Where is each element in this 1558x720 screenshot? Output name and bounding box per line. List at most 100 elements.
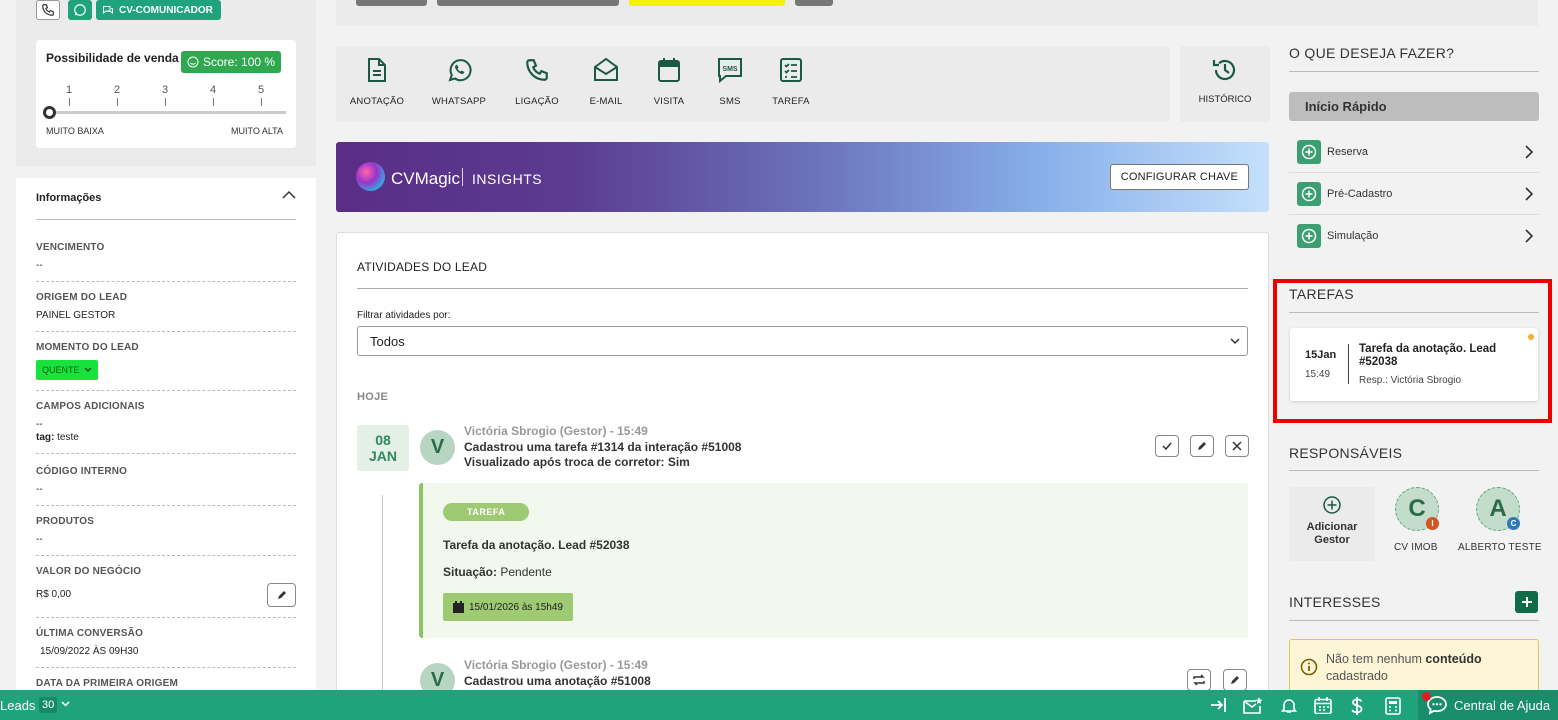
plus-circle-icon — [1301, 144, 1317, 159]
responsavel-badge: I — [1426, 517, 1439, 530]
plus-icon — [1521, 597, 1532, 607]
whatsapp-button[interactable] — [68, 0, 92, 20]
whatsapp-icon — [74, 4, 86, 16]
origem-label: ORIGEM DO LEAD — [36, 292, 128, 303]
sms-icon: SMS — [718, 58, 742, 83]
activity-text: Cadastrou uma anotação #51008 — [464, 674, 651, 688]
responsavel-name: ALBERTO TESTE — [1458, 542, 1542, 553]
repeat-button[interactable] — [1187, 669, 1211, 691]
action-toolbar: ANOTAÇÃO WHATSAPP LIGAÇÃO E-MAIL VISITA … — [336, 46, 1170, 122]
dollar-icon[interactable] — [1350, 697, 1364, 715]
action-label: TAREFA — [772, 96, 810, 107]
calculator-icon[interactable] — [1385, 697, 1401, 715]
lead-tags-strip — [336, 0, 1538, 26]
plus-circle-icon — [1323, 496, 1341, 514]
task-status-value: Pendente — [500, 565, 552, 579]
add-gestor-label: Adicionar Gestor — [1306, 521, 1358, 546]
avatar-initial: A — [1489, 495, 1507, 522]
envelope-open-icon — [594, 57, 618, 81]
filter-label: Filtrar atividades por: — [357, 310, 451, 321]
action-anotacao[interactable]: ANOTAÇÃO — [342, 54, 412, 107]
score-slider-handle[interactable] — [43, 106, 56, 119]
scale-min-label: MUITO BAIXA — [46, 126, 104, 136]
action-label: HISTÓRICO — [1198, 94, 1252, 105]
login-arrow-icon[interactable] — [1210, 697, 1228, 713]
edit-button[interactable] — [1190, 435, 1214, 457]
action-label: WHATSAPP — [431, 96, 487, 107]
cvmagic-brand: CVMagic — [391, 169, 460, 188]
checklist-icon — [780, 58, 802, 82]
quick-item-label: Pré-Cadastro — [1327, 187, 1393, 200]
chevron-down-icon — [1230, 338, 1240, 345]
score-card: Possibilidade de venda Score: 100 % 1 2 … — [36, 40, 296, 148]
configurar-chave-button[interactable]: CONFIGURAR CHAVE — [1109, 164, 1249, 190]
quick-item-simulacao[interactable]: Simulação — [1289, 215, 1539, 257]
pencil-icon — [1231, 676, 1239, 684]
action-visita[interactable]: VISITA — [634, 54, 704, 107]
add-gestor-button[interactable]: Adicionar Gestor — [1289, 487, 1375, 561]
action-whatsapp[interactable]: WHATSAPP — [424, 54, 494, 107]
complete-button[interactable] — [1155, 435, 1179, 457]
responsavel-badge: C — [1507, 517, 1520, 530]
activity-date: 08 JAN — [357, 425, 409, 471]
quick-start-header[interactable]: Início Rápido — [1289, 92, 1539, 121]
scale-number: 5 — [258, 84, 265, 96]
action-email[interactable]: E-MAIL — [571, 54, 641, 107]
empty-text-post: cadastrado — [1326, 669, 1388, 683]
what-to-do-title: O QUE DESEJA FAZER? — [1289, 45, 1455, 61]
tarefa-resp: Resp.: Victória Sbrogio — [1359, 375, 1462, 386]
tarefa-card[interactable]: 15Jan 15:49 Tarefa da anotação. Lead #52… — [1290, 328, 1538, 401]
edit-valor-button[interactable] — [267, 583, 296, 607]
leads-count: 30 — [39, 697, 58, 713]
date-day: 08 — [375, 432, 391, 448]
delete-button[interactable] — [1225, 435, 1249, 457]
check-icon — [1162, 442, 1172, 451]
produtos-value: -- — [36, 534, 43, 545]
codigo-value: -- — [36, 484, 43, 495]
action-historico[interactable]: HISTÓRICO — [1180, 46, 1270, 122]
momento-label: MOMENTO DO LEAD — [36, 342, 139, 353]
activity-filter-select[interactable]: Todos — [357, 326, 1248, 356]
scale-number: 1 — [66, 84, 73, 96]
cv-comunicador-button[interactable]: CV-COMUNICADOR — [96, 0, 221, 20]
quick-item-reserva[interactable]: Reserva — [1289, 131, 1539, 173]
task-status-label: Situação: — [443, 565, 498, 579]
task-badge: TAREFA — [443, 503, 530, 521]
momento-dropdown[interactable]: QUENTE — [36, 360, 98, 380]
responsavel-name: CV IMOB — [1394, 542, 1438, 553]
chat-icon — [103, 6, 113, 15]
tag-value: teste — [57, 432, 79, 443]
note-icon — [368, 58, 386, 82]
activities-panel: ATIVIDADES DO LEAD Filtrar atividades po… — [336, 232, 1269, 702]
action-tarefa[interactable]: TAREFA — [756, 54, 826, 107]
cvmagic-logo — [356, 162, 385, 191]
chevron-down-icon — [83, 367, 92, 373]
action-label: VISITA — [653, 96, 685, 107]
action-sms[interactable]: SMS SMS — [695, 54, 765, 107]
action-ligacao[interactable]: LIGAÇÃO — [502, 54, 572, 107]
chevron-down-icon[interactable] — [61, 701, 70, 708]
bell-icon[interactable] — [1281, 697, 1297, 714]
interesses-title: INTERESSES — [1289, 594, 1381, 610]
repeat-icon — [1193, 674, 1205, 686]
quick-item-label: Reserva — [1327, 145, 1368, 158]
filter-value: Todos — [370, 333, 405, 349]
add-interesse-button[interactable] — [1515, 591, 1538, 613]
history-icon — [1212, 59, 1236, 81]
help-center-button[interactable]: Central de Ajuda — [1418, 690, 1558, 720]
quick-item-pre-cadastro[interactable]: Pré-Cadastro — [1289, 173, 1539, 215]
leads-label[interactable]: Leads — [0, 698, 35, 713]
edit-button[interactable] — [1223, 669, 1247, 691]
vencimento-label: VENCIMENTO — [36, 242, 105, 253]
ultima-label: ÚLTIMA CONVERSÃO — [36, 628, 144, 639]
tarefa-title: Tarefa da anotação. Lead #52038 — [1359, 343, 1497, 368]
collapse-button[interactable] — [282, 190, 296, 200]
action-label: E-MAIL — [589, 96, 623, 107]
calendar-icon[interactable] — [1314, 697, 1332, 714]
mail-star-icon[interactable] — [1243, 697, 1263, 714]
origem-value: PAINEL GESTOR — [36, 310, 116, 321]
task-due-date: 15/01/2026 às 15h49 — [443, 593, 573, 621]
campos-value: -- — [36, 419, 43, 430]
status-dot — [1528, 334, 1534, 340]
phone-button[interactable] — [36, 0, 60, 20]
